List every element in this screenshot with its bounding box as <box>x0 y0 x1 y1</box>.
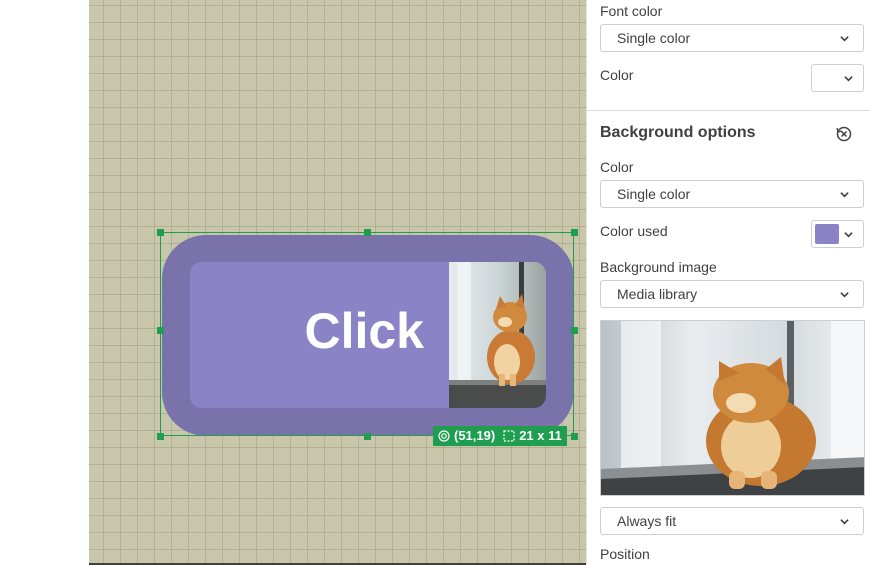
resize-handle-right[interactable] <box>571 327 578 334</box>
chevron-down-icon <box>840 192 849 198</box>
chevron-down-icon <box>840 292 849 298</box>
font-color-picker[interactable] <box>811 64 864 92</box>
properties-panel: Font color Single color Color Background… <box>586 0 870 565</box>
resize-icon <box>503 430 515 442</box>
background-color-label: Color <box>600 159 634 175</box>
resize-handle-top-left[interactable] <box>157 229 164 236</box>
resize-handle-top[interactable] <box>364 229 371 236</box>
selection-info-badge: (51,19) 21 x 11 <box>433 426 567 446</box>
reset-icon[interactable] <box>835 125 853 143</box>
font-color-mode-select[interactable]: Single color <box>600 24 864 52</box>
font-color-color-label: Color <box>600 67 634 83</box>
background-options-title: Background options <box>600 124 756 141</box>
background-color-mode-value: Single color <box>617 186 691 202</box>
position-label: Position <box>600 546 650 562</box>
resize-handle-left[interactable] <box>157 327 164 334</box>
background-image-source-select[interactable]: Media library <box>600 280 864 308</box>
background-color-mode-select[interactable]: Single color <box>600 180 864 208</box>
image-fit-value: Always fit <box>617 513 677 529</box>
color-swatch <box>815 224 839 244</box>
selection-size: 21 x 11 <box>519 428 562 443</box>
cat-image-preview <box>601 321 864 495</box>
resize-handle-bottom-right[interactable] <box>571 433 578 440</box>
chevron-down-icon <box>844 76 853 82</box>
font-color-label: Font color <box>600 3 663 19</box>
chevron-down-icon <box>840 519 849 525</box>
section-divider <box>587 110 870 111</box>
color-used-label: Color used <box>600 223 668 239</box>
resize-handle-bottom[interactable] <box>364 433 371 440</box>
resize-handle-bottom-left[interactable] <box>157 433 164 440</box>
color-used-picker[interactable] <box>811 220 864 248</box>
left-blank-area <box>0 0 89 565</box>
image-fit-select[interactable]: Always fit <box>600 507 864 535</box>
chevron-down-icon <box>840 36 849 42</box>
resize-handle-top-right[interactable] <box>571 229 578 236</box>
background-image-label: Background image <box>600 259 717 275</box>
background-image-source-value: Media library <box>617 286 698 302</box>
selection-position: (51,19) <box>454 428 496 443</box>
selection-frame <box>160 232 574 436</box>
target-icon <box>438 430 450 442</box>
background-image-preview[interactable] <box>600 320 865 496</box>
font-color-mode-value: Single color <box>617 30 691 46</box>
chevron-down-icon <box>844 232 853 238</box>
